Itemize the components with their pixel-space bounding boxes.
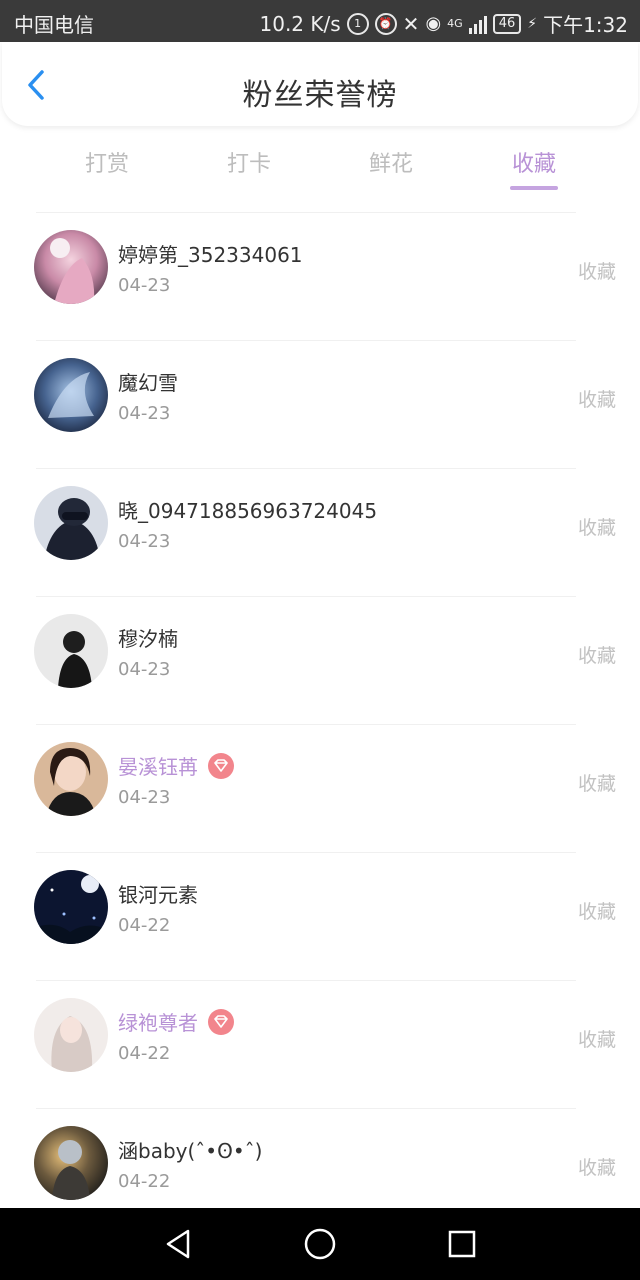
status-icons: 10.2 K/s 1 ⏰ ✕ ◉ 4G 46 ⚡ 下午1:32 — [260, 9, 629, 38]
battery-level: 46 — [498, 15, 516, 31]
fan-name: 晓_094718856963724045 — [118, 499, 378, 523]
favorite-action[interactable]: 收藏 — [578, 1153, 616, 1180]
diamond-icon — [214, 758, 228, 772]
square-recents-icon — [448, 1230, 476, 1258]
avatar[interactable] — [34, 486, 108, 560]
avatar[interactable] — [34, 742, 108, 816]
vip-badge — [208, 1008, 234, 1035]
list-item[interactable]: 晏溪钰苒 04-23 收藏 — [34, 724, 616, 852]
fan-name: 婷婷第_352334061 — [118, 243, 303, 267]
favorite-action[interactable]: 收藏 — [578, 385, 616, 412]
list-item[interactable]: 婷婷第_352334061 04-23 收藏 — [34, 212, 616, 340]
fan-date: 04-23 — [118, 531, 171, 552]
list-item[interactable]: 银河元素 04-22 收藏 — [34, 852, 616, 980]
fan-date: 04-23 — [118, 659, 171, 680]
tab-flowers[interactable]: 鲜花 — [351, 146, 431, 178]
avatar[interactable] — [34, 230, 108, 304]
avatar[interactable] — [34, 1126, 108, 1200]
fan-date: 04-23 — [118, 275, 171, 296]
avatar[interactable] — [34, 358, 108, 432]
triangle-back-icon — [166, 1229, 190, 1259]
list-item[interactable]: 穆汐楠 04-23 收藏 — [34, 596, 616, 724]
fan-date: 04-23 — [118, 787, 171, 808]
tab-checkin[interactable]: 打卡 — [209, 146, 289, 178]
charging-icon: ⚡ — [527, 15, 538, 32]
favorite-action[interactable]: 收藏 — [578, 1025, 616, 1052]
network-type: 4G — [447, 17, 463, 30]
fan-name: 银河元素 — [118, 883, 198, 907]
name-line: 绿袍尊者 — [118, 1007, 234, 1036]
name-line: 婷婷第_352334061 — [118, 239, 303, 268]
eye-icon: ◉ — [425, 13, 442, 34]
app-header: 粉丝荣誉榜 — [2, 42, 638, 126]
fan-date: 04-22 — [118, 1171, 171, 1192]
avatar[interactable] — [34, 870, 108, 944]
alarm-icon: ⏰ — [374, 12, 397, 35]
fan-date: 04-22 — [118, 1043, 171, 1064]
favorite-action[interactable]: 收藏 — [578, 897, 616, 924]
avatar[interactable] — [34, 998, 108, 1072]
vip-badge — [208, 752, 234, 779]
name-line: 银河元素 — [118, 879, 198, 908]
list-item[interactable]: 魔幻雪 04-23 收藏 — [34, 340, 616, 468]
fan-list: 婷婷第_352334061 04-23 收藏 魔幻雪 04-23 收藏 晓_09… — [0, 212, 640, 1236]
battery-icon: 46 — [492, 13, 522, 34]
nav-back-button[interactable] — [160, 1226, 196, 1262]
page-title: 粉丝荣誉榜 — [242, 78, 398, 113]
name-line: 晏溪钰苒 — [118, 751, 234, 780]
carrier-name: 中国电信 — [14, 13, 94, 37]
list-item[interactable]: 晓_094718856963724045 04-23 收藏 — [34, 468, 616, 596]
tab-bar: 打赏 打卡 鲜花 收藏 — [0, 140, 640, 196]
hd-icon: 1 — [346, 12, 369, 35]
name-line: 穆汐楠 — [118, 623, 178, 652]
fan-name: 穆汐楠 — [118, 627, 178, 651]
active-tab-indicator — [510, 186, 558, 190]
system-nav-bar — [0, 1208, 640, 1280]
fan-name: 晏溪钰苒 — [118, 755, 198, 779]
circle-home-icon — [304, 1228, 336, 1260]
favorite-action[interactable]: 收藏 — [578, 641, 616, 668]
no-sim-icon: ✕ — [402, 11, 420, 36]
fan-name: 涵baby(ˆ•ʘ•ˆ) — [118, 1139, 263, 1163]
signal-icon — [468, 14, 487, 34]
status-bar: 中国电信 10.2 K/s 1 ⏰ ✕ ◉ 4G 46 ⚡ 下午1:32 — [0, 0, 640, 42]
favorite-action[interactable]: 收藏 — [578, 257, 616, 284]
network-speed: 10.2 K/s — [259, 11, 341, 36]
tab-favorites[interactable]: 收藏 — [494, 146, 574, 178]
name-line: 涵baby(ˆ•ʘ•ˆ) — [118, 1135, 262, 1164]
nav-recents-button[interactable] — [444, 1226, 480, 1262]
clock: 下午1:32 — [543, 13, 628, 37]
fan-name: 绿袍尊者 — [118, 1011, 198, 1035]
nav-home-button[interactable] — [302, 1226, 338, 1262]
favorite-action[interactable]: 收藏 — [578, 513, 616, 540]
diamond-icon — [214, 1014, 228, 1028]
fan-date: 04-23 — [118, 403, 171, 424]
list-item[interactable]: 绿袍尊者 04-22 收藏 — [34, 980, 616, 1108]
tab-tip[interactable]: 打赏 — [67, 146, 147, 178]
fan-name: 魔幻雪 — [118, 371, 178, 395]
fan-date: 04-22 — [118, 915, 171, 936]
favorite-action[interactable]: 收藏 — [578, 769, 616, 796]
name-line: 魔幻雪 — [118, 367, 178, 396]
avatar[interactable] — [34, 614, 108, 688]
name-line: 晓_094718856963724045 — [118, 495, 377, 524]
